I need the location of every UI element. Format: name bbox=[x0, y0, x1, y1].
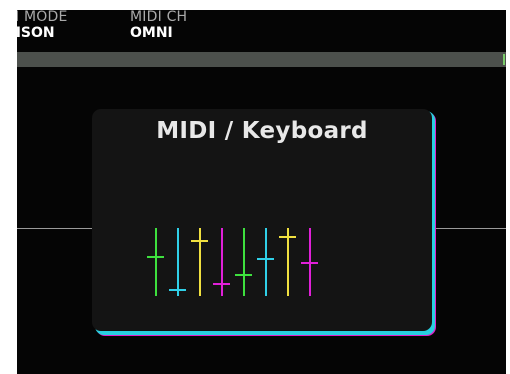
dialog-title: MIDI / Keyboard bbox=[156, 118, 368, 144]
fader-1 bbox=[147, 228, 164, 296]
fader-track bbox=[243, 228, 245, 296]
fader-track bbox=[199, 228, 201, 296]
fader-knob bbox=[279, 236, 296, 238]
fader-5 bbox=[235, 228, 252, 296]
midi-mode-param[interactable]: DI MODE NISON bbox=[17, 10, 67, 41]
fader-knob bbox=[301, 262, 318, 264]
header-bar bbox=[17, 52, 506, 67]
fader-track bbox=[287, 228, 289, 296]
device-screen: DI MODE NISON MIDI CH OMNI MIDI / Keyboa… bbox=[17, 10, 506, 374]
fader-track bbox=[177, 228, 179, 296]
fader-7 bbox=[279, 228, 296, 296]
fader-knob bbox=[191, 240, 208, 242]
midi-mode-value: NISON bbox=[17, 25, 55, 41]
header-bar-end-mark bbox=[503, 54, 505, 65]
fader-knob bbox=[169, 289, 186, 291]
fader-knob bbox=[235, 274, 252, 276]
divider-left bbox=[17, 228, 93, 229]
fader-track bbox=[265, 228, 267, 296]
fader-3 bbox=[191, 228, 208, 296]
fader-6 bbox=[257, 228, 274, 296]
fader-track bbox=[221, 228, 223, 296]
fader-knob bbox=[257, 258, 274, 260]
fader-knob bbox=[213, 283, 230, 285]
midi-channel-value: OMNI bbox=[130, 25, 173, 41]
midi-channel-label: MIDI CH bbox=[130, 10, 188, 25]
midi-keyboard-dialog[interactable]: MIDI / Keyboard bbox=[92, 109, 432, 331]
midi-mode-label: DI MODE bbox=[17, 10, 68, 25]
divider-right bbox=[433, 228, 506, 229]
fader-2 bbox=[169, 228, 186, 296]
fader-knob bbox=[147, 256, 164, 258]
fader-4 bbox=[213, 228, 230, 296]
midi-channel-param[interactable]: MIDI CH OMNI bbox=[130, 10, 187, 41]
fader-8 bbox=[301, 228, 318, 296]
fader-track bbox=[155, 228, 157, 296]
